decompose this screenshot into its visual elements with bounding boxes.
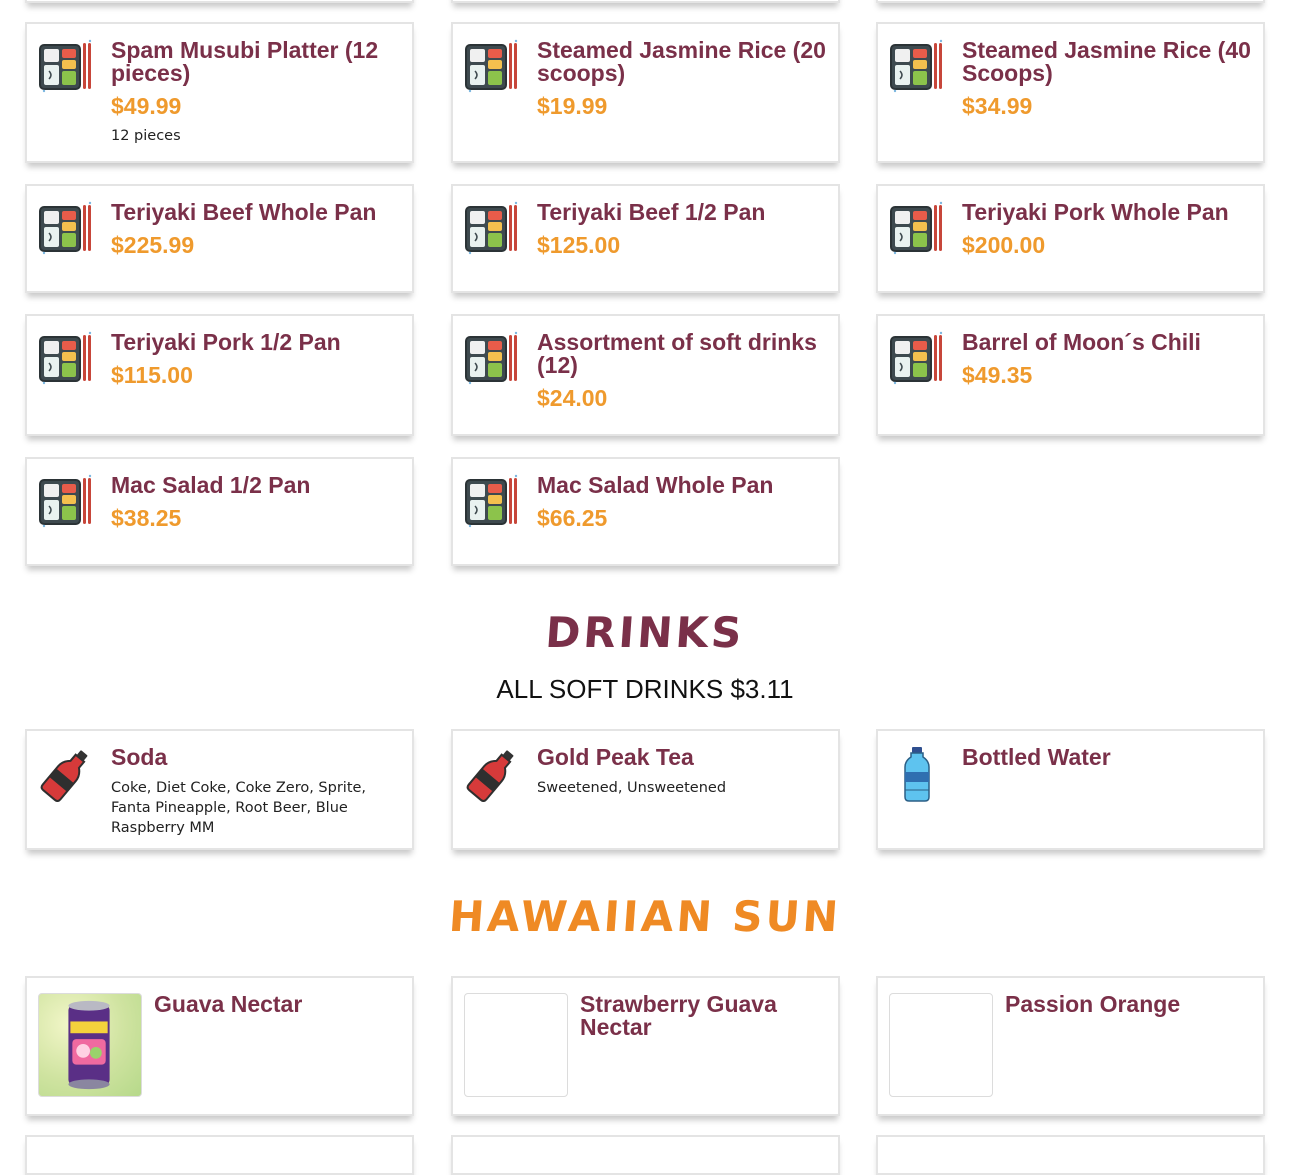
menu-item-price: $49.35 [962, 362, 1033, 388]
menu-item-title[interactable]: Mac Salad Whole Pan [537, 474, 830, 497]
menu-item-body: Teriyaki Pork Whole Pan $200.00 [962, 201, 1255, 258]
menu-item-body: Teriyaki Beef Whole Pan $225.99 [111, 201, 404, 258]
menu-item-card[interactable]: Teriyaki Pork Whole Pan $200.00 [876, 184, 1265, 293]
menu-card-partial[interactable] [451, 1135, 840, 1175]
menu-item-card[interactable]: Mac Salad 1/2 Pan $38.25 [25, 457, 414, 566]
soda-bottle-icon [464, 746, 520, 802]
menu-item-body: Strawberry Guava Nectar [580, 993, 830, 1039]
menu-item-card[interactable]: Steamed Jasmine Rice (20 scoops) $19.99 [451, 22, 840, 163]
menu-item-price: $200.00 [962, 232, 1046, 258]
menu-item-body: Gold Peak Tea Sweetened, Unsweetened [537, 746, 830, 798]
menu-item-price: $24.00 [537, 385, 608, 411]
menu-item-body: Teriyaki Pork 1/2 Pan $115.00 [111, 331, 404, 388]
menu-item-title[interactable]: Teriyaki Beef 1/2 Pan [537, 201, 830, 224]
menu-item-title[interactable]: Bottled Water [962, 746, 1255, 769]
menu-item-price: $66.25 [537, 505, 608, 531]
menu-card-partial[interactable] [451, 0, 840, 3]
bento-box-icon [38, 331, 94, 387]
menu-item-card[interactable]: Spam Musubi Platter (12 pieces) $49.99 12 … [25, 22, 414, 163]
bento-box-icon [464, 331, 520, 387]
menu-item-title[interactable]: Spam Musubi Platter (12 pieces) [111, 39, 404, 85]
menu-card-partial[interactable] [876, 1135, 1265, 1175]
drinks-subtitle: ALL SOFT DRINKS $3.11 [496, 674, 794, 704]
menu-item-body: Assortment of soft drinks (12) $24.00 [537, 331, 830, 411]
menu-card-partial[interactable] [876, 0, 1265, 3]
bento-box-icon [889, 201, 945, 257]
menu-item-card[interactable]: Assortment of soft drinks (12) $24.00 [451, 314, 840, 436]
menu-item-body: Mac Salad 1/2 Pan $38.25 [111, 474, 404, 531]
bento-box-icon [464, 474, 520, 530]
menu-item-description: Coke, Diet Coke, Coke Zero, Sprite, Fant… [111, 780, 367, 836]
menu-item-card[interactable]: Gold Peak Tea Sweetened, Unsweetened [451, 729, 840, 850]
menu-item-card[interactable]: Bottled Water [876, 729, 1265, 850]
bento-box-icon [464, 201, 520, 257]
menu-item-card[interactable]: Steamed Jasmine Rice (40 Scoops) $34.99 [876, 22, 1265, 163]
menu-item-card[interactable]: Mac Salad Whole Pan $66.25 [451, 457, 840, 566]
bento-box-icon [889, 331, 945, 387]
menu-item-price: $19.99 [537, 93, 608, 119]
menu-item-price: $125.00 [537, 232, 621, 258]
menu-item-title[interactable]: Steamed Jasmine Rice (40 Scoops) [962, 39, 1255, 85]
menu-item-title[interactable]: Passion Orange [1005, 993, 1255, 1016]
menu-item-title[interactable]: Soda [111, 746, 404, 769]
menu-item-price: $115.00 [111, 362, 193, 388]
menu-item-description: Sweetened, Unsweetened [537, 780, 727, 796]
menu-item-title[interactable]: Teriyaki Beef Whole Pan [111, 201, 404, 224]
menu-item-title[interactable]: Steamed Jasmine Rice (20 scoops) [537, 39, 830, 85]
hawaiian-sun-heading: HAWAIIAN SUN [447, 892, 843, 941]
menu-item-title[interactable]: Barrel of Moon´s Chili [962, 331, 1255, 354]
menu-item-body: Soda Coke, Diet Coke, Coke Zero, Sprite, … [111, 746, 404, 838]
menu-item-card[interactable]: Teriyaki Beef 1/2 Pan $125.00 [451, 184, 840, 293]
menu-item-body: Passion Orange [1005, 993, 1255, 1016]
menu-item-title[interactable]: Teriyaki Pork Whole Pan [962, 201, 1255, 224]
menu-item-body: Teriyaki Beef 1/2 Pan $125.00 [537, 201, 830, 258]
menu-item-price: $225.99 [111, 232, 195, 258]
menu-card-partial[interactable] [25, 0, 414, 3]
bento-box-icon [38, 474, 94, 530]
menu-item-title[interactable]: Guava Nectar [154, 993, 404, 1016]
menu-item-body: Bottled Water [962, 746, 1255, 769]
menu-item-body: Steamed Jasmine Rice (20 scoops) $19.99 [537, 39, 830, 119]
menu-item-card[interactable]: Teriyaki Pork 1/2 Pan $115.00 [25, 314, 414, 436]
product-photo[interactable] [38, 993, 142, 1097]
soda-bottle-icon [38, 746, 94, 802]
menu-item-title[interactable]: Strawberry Guava Nectar [580, 993, 830, 1039]
menu-item-card[interactable]: Teriyaki Beef Whole Pan $225.99 [25, 184, 414, 293]
menu-item-card[interactable]: Strawberry Guava Nectar [451, 976, 840, 1116]
menu-card-partial[interactable] [25, 1135, 414, 1175]
menu-item-title[interactable]: Assortment of soft drinks (12) [537, 331, 830, 377]
menu-item-price: $49.99 [111, 93, 182, 119]
bento-box-icon [464, 39, 520, 95]
menu-item-card[interactable]: Soda Coke, Diet Coke, Coke Zero, Sprite, … [25, 729, 414, 850]
bento-box-icon [38, 39, 94, 95]
bento-box-icon [889, 39, 945, 95]
menu-item-body: Guava Nectar [154, 993, 404, 1016]
menu-item-title[interactable]: Mac Salad 1/2 Pan [111, 474, 404, 497]
menu-item-price: $34.99 [962, 93, 1033, 119]
menu-item-title[interactable]: Gold Peak Tea [537, 746, 830, 769]
menu-item-body: Barrel of Moon´s Chili $49.35 [962, 331, 1255, 388]
menu-item-title[interactable]: Teriyaki Pork 1/2 Pan [111, 331, 404, 354]
product-photo-placeholder[interactable] [464, 993, 568, 1097]
menu-item-body: Spam Musubi Platter (12 pieces) $49.99 12 … [111, 39, 404, 146]
menu-item-price: $38.25 [111, 505, 182, 531]
menu-item-body: Mac Salad Whole Pan $66.25 [537, 474, 830, 531]
menu-item-card[interactable]: Barrel of Moon´s Chili $49.35 [876, 314, 1265, 436]
menu-item-body: Steamed Jasmine Rice (40 Scoops) $34.99 [962, 39, 1255, 119]
water-bottle-icon [889, 746, 945, 802]
bento-box-icon [38, 201, 94, 257]
drinks-heading: DRINKS [543, 608, 747, 657]
product-photo-placeholder[interactable] [889, 993, 993, 1097]
menu-item-card[interactable]: Passion Orange [876, 976, 1265, 1116]
menu-item-description: 12 pieces [111, 128, 181, 144]
menu-item-card[interactable]: Guava Nectar [25, 976, 414, 1116]
